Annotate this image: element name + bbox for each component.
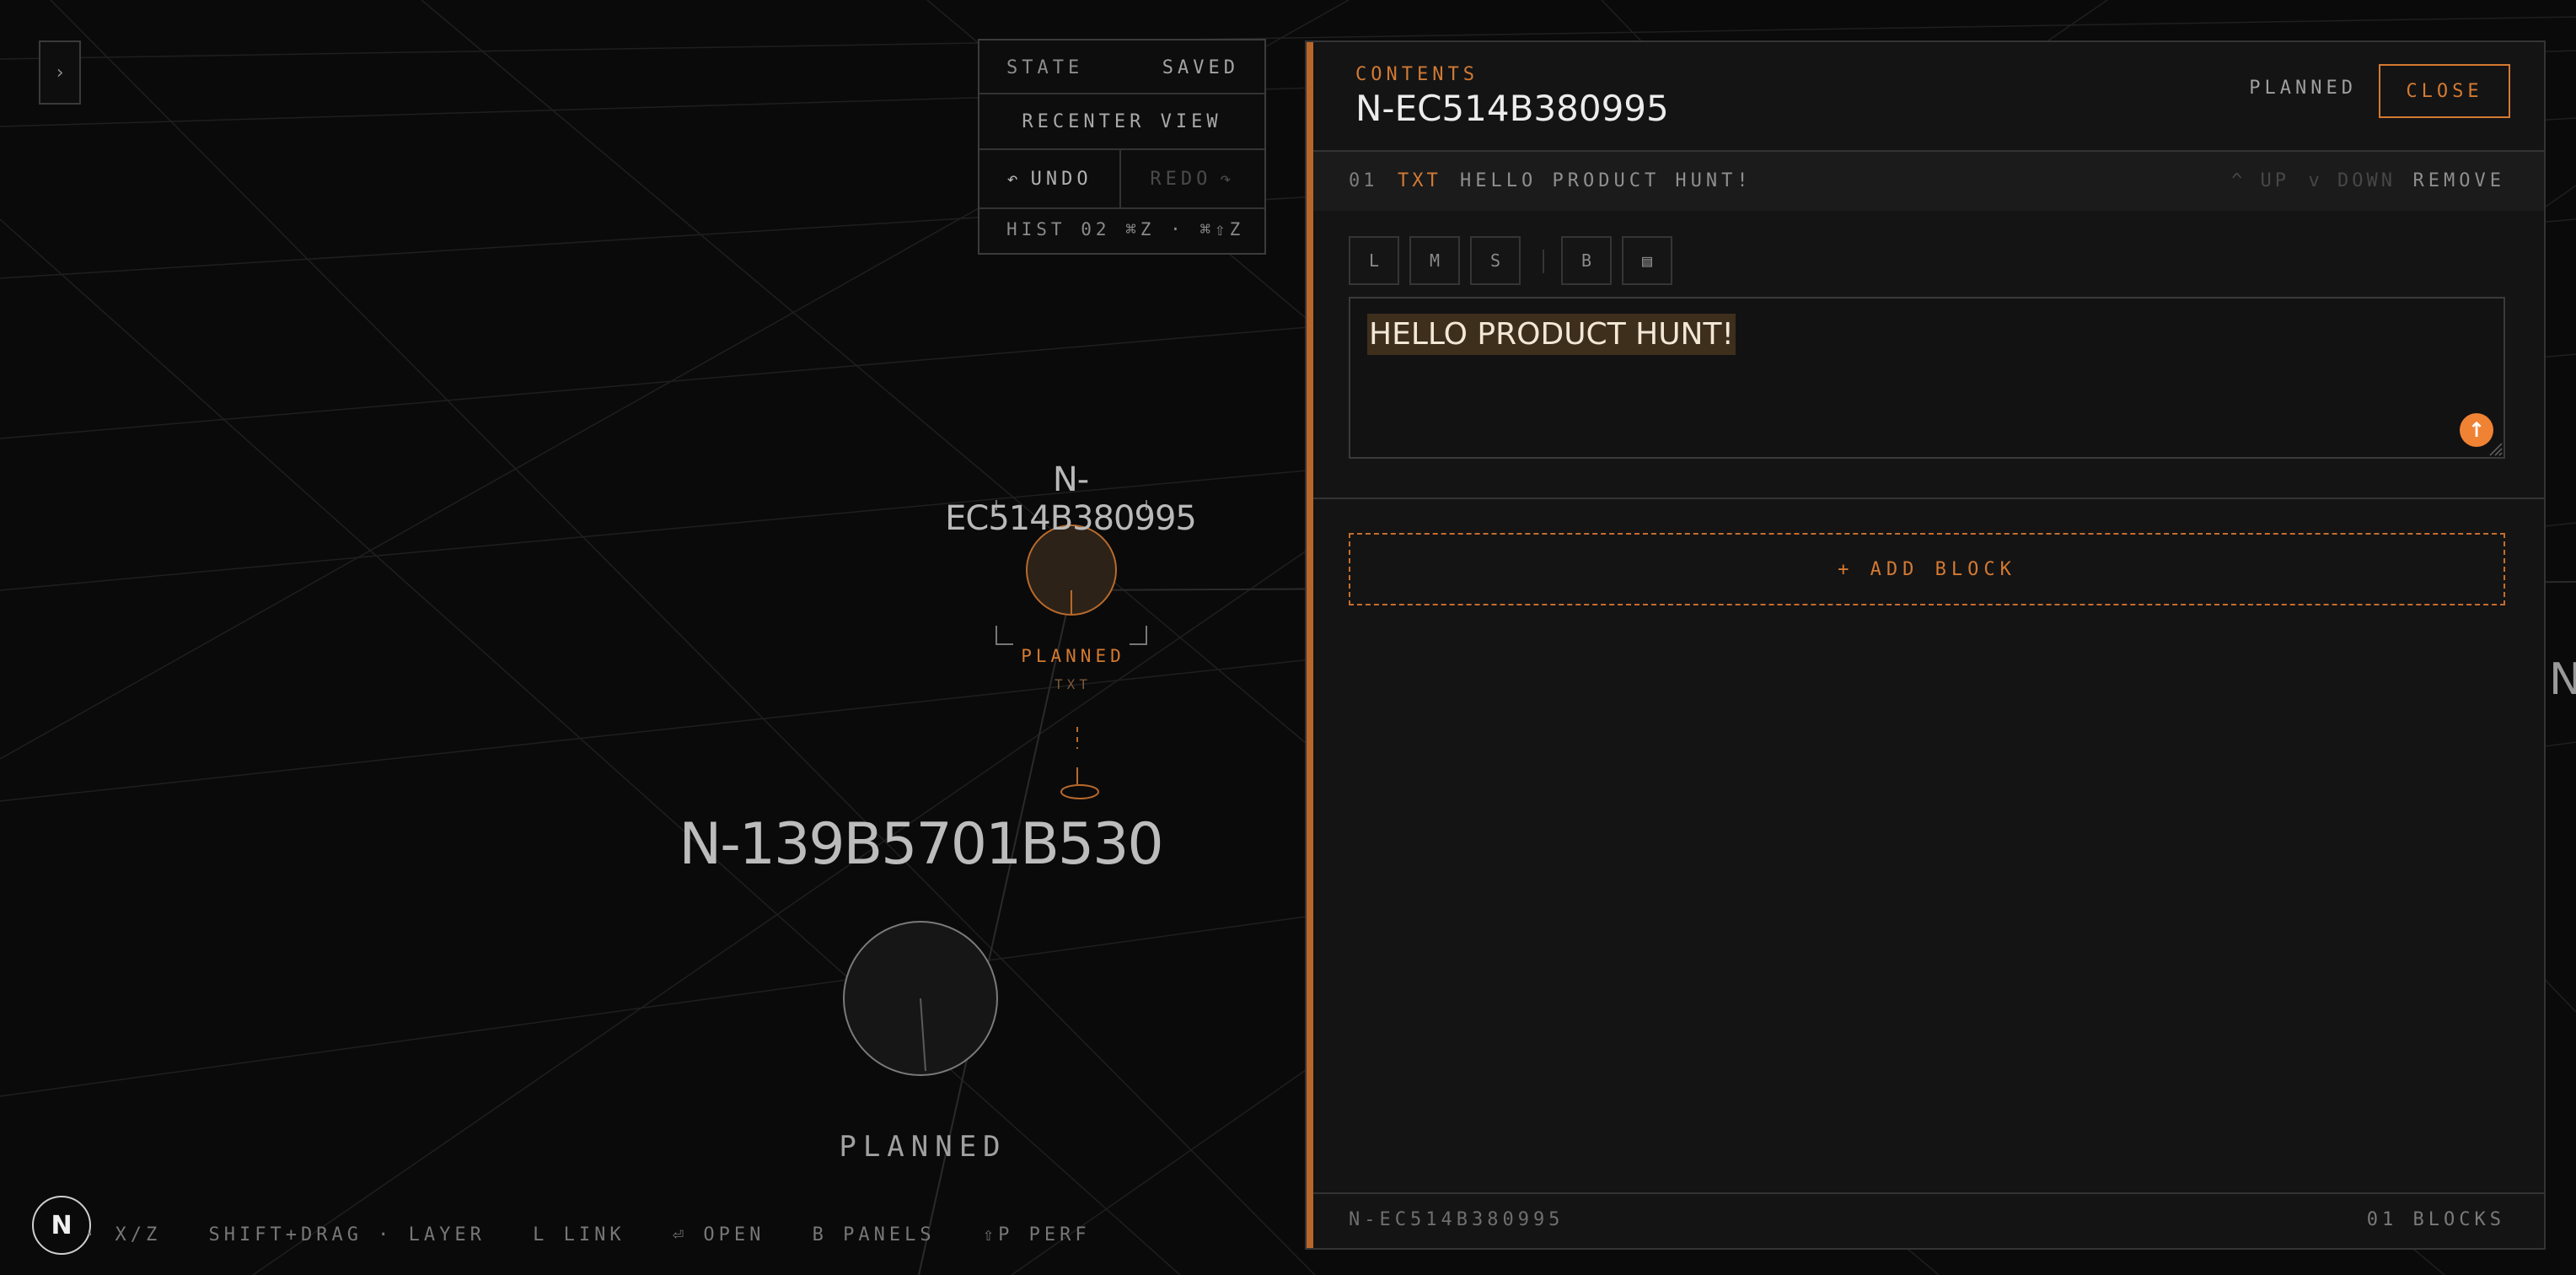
hint-link: L LINK (533, 1224, 625, 1245)
history-shortcut-text: HIST 02 ⌘Z · ⌘⇧Z (1006, 219, 1245, 239)
box-style-icon[interactable]: ▤ (1622, 236, 1672, 285)
chevron-up-icon: ^ (2231, 170, 2261, 191)
hint-open: ⏎ OPEN (672, 1224, 765, 1245)
text-editor[interactable]: HELLO PRODUCT HUNT! ↑ (1349, 297, 2505, 459)
panel-title: N-EC514B380995 (1355, 88, 1669, 129)
size-medium-button[interactable]: M (1409, 236, 1460, 285)
bold-button[interactable]: B (1561, 236, 1612, 285)
state-value: SAVED (1162, 57, 1239, 78)
node-small-status: PLANNED (1021, 646, 1125, 666)
panel-accent-bar (1307, 42, 1313, 1248)
state-row: STATE SAVED (979, 40, 1264, 94)
redo-button[interactable]: REDO ↷ (1121, 150, 1264, 207)
size-small-button[interactable]: S (1470, 236, 1521, 285)
app-logo[interactable]: N (32, 1196, 91, 1255)
offscreen-node-label: N (2549, 654, 2576, 705)
undo-redo-row: ↶ UNDO REDO ↷ (979, 150, 1264, 209)
chevron-down-icon: v (2308, 170, 2338, 191)
chevron-right-icon: › (54, 62, 66, 83)
undo-icon: ↶ (1006, 168, 1022, 190)
panel-divider (1313, 498, 2544, 499)
block-type: TXT (1398, 170, 1441, 191)
hint-xz: · X/Z (84, 1224, 162, 1245)
history-panel: STATE SAVED RECENTER VIEW ↶ UNDO REDO ↷ … (978, 39, 1266, 255)
node-large-status: PLANNED (839, 1130, 1007, 1164)
recenter-view-button[interactable]: RECENTER VIEW (979, 94, 1264, 150)
size-large-button[interactable]: L (1349, 236, 1399, 285)
block-index: 01 (1349, 170, 1378, 191)
panel-header: CONTENTS N-EC514B380995 PLANNED CLOSE (1313, 42, 2544, 152)
history-info-row: HIST 02 ⌘Z · ⌘⇧Z (979, 209, 1264, 253)
remove-block-button[interactable]: REMOVE (2413, 170, 2505, 191)
sidebar-toggle-button[interactable]: › (39, 40, 81, 105)
undo-label: UNDO (1030, 168, 1092, 190)
block-header[interactable]: 01 TXT HELLO PRODUCT HUNT! ^ UP v DOWN R… (1313, 152, 2544, 211)
panel-kicker: CONTENTS (1355, 64, 1479, 85)
editor-content[interactable]: HELLO PRODUCT HUNT! (1367, 314, 1736, 355)
contents-panel: CONTENTS N-EC514B380995 PLANNED CLOSE 01… (1305, 40, 2546, 1250)
move-down-label: DOWN (2337, 170, 2396, 191)
hint-perf: ⇧P PERF (982, 1224, 1091, 1245)
resize-grip-icon[interactable] (2487, 440, 2504, 457)
panel-status: PLANNED (2249, 78, 2357, 99)
redo-label: REDO (1150, 168, 1212, 190)
hint-panels: B PANELS (812, 1224, 936, 1245)
node-small-type: TXT (1055, 676, 1092, 692)
recenter-label: RECENTER VIEW (1022, 111, 1222, 132)
panel-footer: N-EC514B380995 01 BLOCKS (1313, 1192, 2544, 1248)
block-preview: HELLO PRODUCT HUNT! (1460, 170, 1752, 191)
format-divider (1543, 250, 1544, 273)
redo-icon: ↷ (1220, 168, 1236, 190)
node-large-marker[interactable] (843, 921, 998, 1076)
footer-node-id: N-EC514B380995 (1349, 1209, 1564, 1230)
footer-block-count: 01 BLOCKS (2366, 1209, 2505, 1230)
keyboard-hints: · X/Z SHIFT+DRAG · LAYER L LINK ⏎ OPEN B… (84, 1224, 1123, 1245)
add-block-button[interactable]: + ADD BLOCK (1349, 533, 2505, 605)
move-up-button[interactable]: ^ UP (2231, 170, 2289, 191)
node-small-label[interactable]: N-EC514B380995 (936, 460, 1205, 538)
node-large-label[interactable]: N-139B5701B530 (674, 811, 1167, 878)
state-label: STATE (1006, 57, 1084, 78)
close-button[interactable]: CLOSE (2379, 64, 2510, 118)
move-up-label: UP (2260, 170, 2289, 191)
hint-layer: SHIFT+DRAG · LAYER (208, 1224, 486, 1245)
undo-button[interactable]: ↶ UNDO (979, 150, 1121, 207)
move-down-button[interactable]: v DOWN (2309, 170, 2396, 191)
